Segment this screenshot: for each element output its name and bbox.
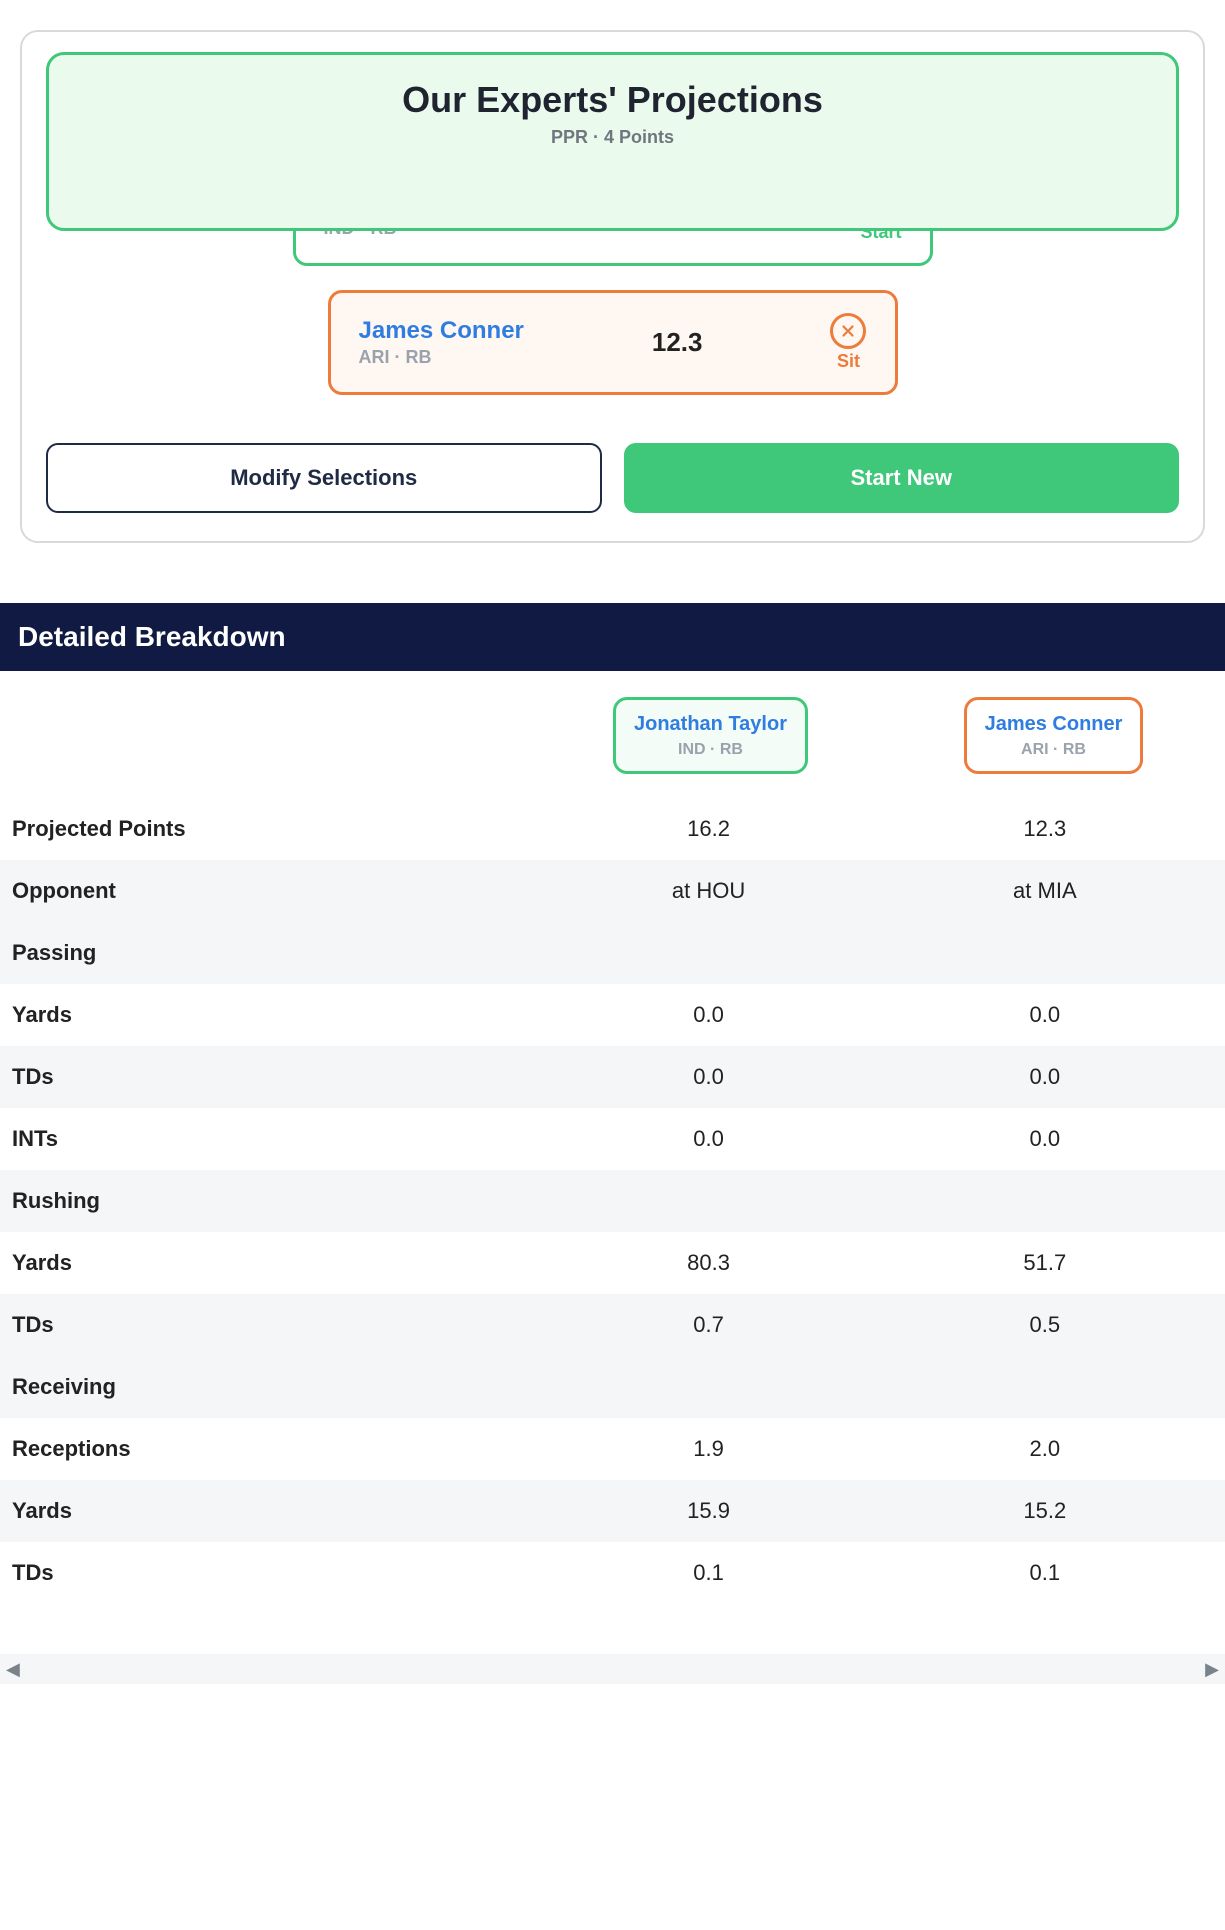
player-info: James Conner ARI · RB xyxy=(359,317,524,368)
row-value-player1: 16.2 xyxy=(540,816,876,842)
row-value-player1: 0.0 xyxy=(540,1002,876,1028)
row-label: INTs xyxy=(12,1126,540,1152)
row-value-player2: 0.5 xyxy=(877,1312,1213,1338)
row-label: Opponent xyxy=(12,878,540,904)
row-value-player2: 0.1 xyxy=(877,1560,1213,1586)
player-projection-value: 12.3 xyxy=(652,327,703,358)
breakdown-row: Opponentat HOUat MIA xyxy=(0,860,1225,922)
scroll-right-arrow-icon[interactable]: ▶ xyxy=(1205,1659,1219,1680)
row-value-player1: 15.9 xyxy=(540,1498,876,1524)
row-label: Receiving xyxy=(12,1374,540,1400)
breakdown-row: TDs0.10.1 xyxy=(0,1542,1225,1604)
breakdown-section-header: Rushing xyxy=(0,1170,1225,1232)
row-value-player2: 2.0 xyxy=(877,1436,1213,1462)
row-value-player1: 0.1 xyxy=(540,1560,876,1586)
breakdown-section-header: Passing xyxy=(0,922,1225,984)
projection-player-card-sit[interactable]: James Conner ARI · RB 12.3 Sit xyxy=(328,290,898,395)
x-circle-icon xyxy=(830,313,866,349)
row-label: Projected Points xyxy=(12,816,540,842)
modify-selections-button[interactable]: Modify Selections xyxy=(46,443,602,513)
row-value-player2: 0.0 xyxy=(877,1064,1213,1090)
row-value-player1: 1.9 xyxy=(540,1436,876,1462)
breakdown-row: Yards0.00.0 xyxy=(0,984,1225,1046)
breakdown-row: Yards15.915.2 xyxy=(0,1480,1225,1542)
row-label: TDs xyxy=(12,1064,540,1090)
row-label: Rushing xyxy=(12,1188,540,1214)
row-value-player2: 0.0 xyxy=(877,1126,1213,1152)
breakdown-row: TDs0.00.0 xyxy=(0,1046,1225,1108)
breakdown-row: INTs0.00.0 xyxy=(0,1108,1225,1170)
column-chip-player1[interactable]: Jonathan Taylor IND · RB xyxy=(613,697,808,774)
projections-card: Our Experts' Projections PPR · 4 Points … xyxy=(20,30,1205,543)
breakdown-row: TDs0.70.5 xyxy=(0,1294,1225,1356)
chip-player-name: James Conner xyxy=(985,712,1123,737)
start-new-button[interactable]: Start New xyxy=(624,443,1180,513)
column-chip-player2[interactable]: James Conner ARI · RB xyxy=(964,697,1144,774)
detailed-breakdown-header: Detailed Breakdown xyxy=(0,603,1225,671)
chip-player-name: Jonathan Taylor xyxy=(634,712,787,737)
row-value-player2: 0.0 xyxy=(877,1002,1213,1028)
player-name-link[interactable]: James Conner xyxy=(359,317,524,345)
row-label: Passing xyxy=(12,940,540,966)
row-value-player1: 80.3 xyxy=(540,1250,876,1276)
sit-indicator: Sit xyxy=(830,313,866,372)
row-label: TDs xyxy=(12,1312,540,1338)
row-value-player2: 51.7 xyxy=(877,1250,1213,1276)
row-value-player2: 12.3 xyxy=(877,816,1213,842)
scroll-left-arrow-icon[interactable]: ◀ xyxy=(6,1659,20,1680)
row-label: Receptions xyxy=(12,1436,540,1462)
row-label: Yards xyxy=(12,1002,540,1028)
row-label: TDs xyxy=(12,1560,540,1586)
projections-hero: Our Experts' Projections PPR · 4 Points xyxy=(46,52,1179,231)
row-value-player1: 0.0 xyxy=(540,1126,876,1152)
chip-player-meta: ARI · RB xyxy=(985,741,1123,759)
row-label: Yards xyxy=(12,1250,540,1276)
projections-subtitle: PPR · 4 Points xyxy=(49,127,1176,148)
breakdown-row: Yards80.351.7 xyxy=(0,1232,1225,1294)
action-button-row: Modify Selections Start New xyxy=(46,443,1179,513)
row-value-player2: at MIA xyxy=(877,878,1213,904)
breakdown-section-header: Receiving xyxy=(0,1356,1225,1418)
breakdown-row: Projected Points16.212.3 xyxy=(0,798,1225,860)
breakdown-table: Jonathan Taylor IND · RB James Conner AR… xyxy=(0,671,1225,1604)
row-label: Yards xyxy=(12,1498,540,1524)
decision-label: Sit xyxy=(837,351,860,372)
row-value-player1: at HOU xyxy=(540,878,876,904)
breakdown-row: Receptions1.92.0 xyxy=(0,1418,1225,1480)
row-value-player2: 15.2 xyxy=(877,1498,1213,1524)
row-value-player1: 0.7 xyxy=(540,1312,876,1338)
horizontal-scrollbar[interactable]: ◀ ▶ xyxy=(0,1654,1225,1684)
row-value-player1: 0.0 xyxy=(540,1064,876,1090)
player-meta: ARI · RB xyxy=(359,347,524,368)
chip-player-meta: IND · RB xyxy=(634,741,787,759)
projections-title: Our Experts' Projections xyxy=(49,79,1176,121)
breakdown-column-headers: Jonathan Taylor IND · RB James Conner AR… xyxy=(0,671,1225,798)
